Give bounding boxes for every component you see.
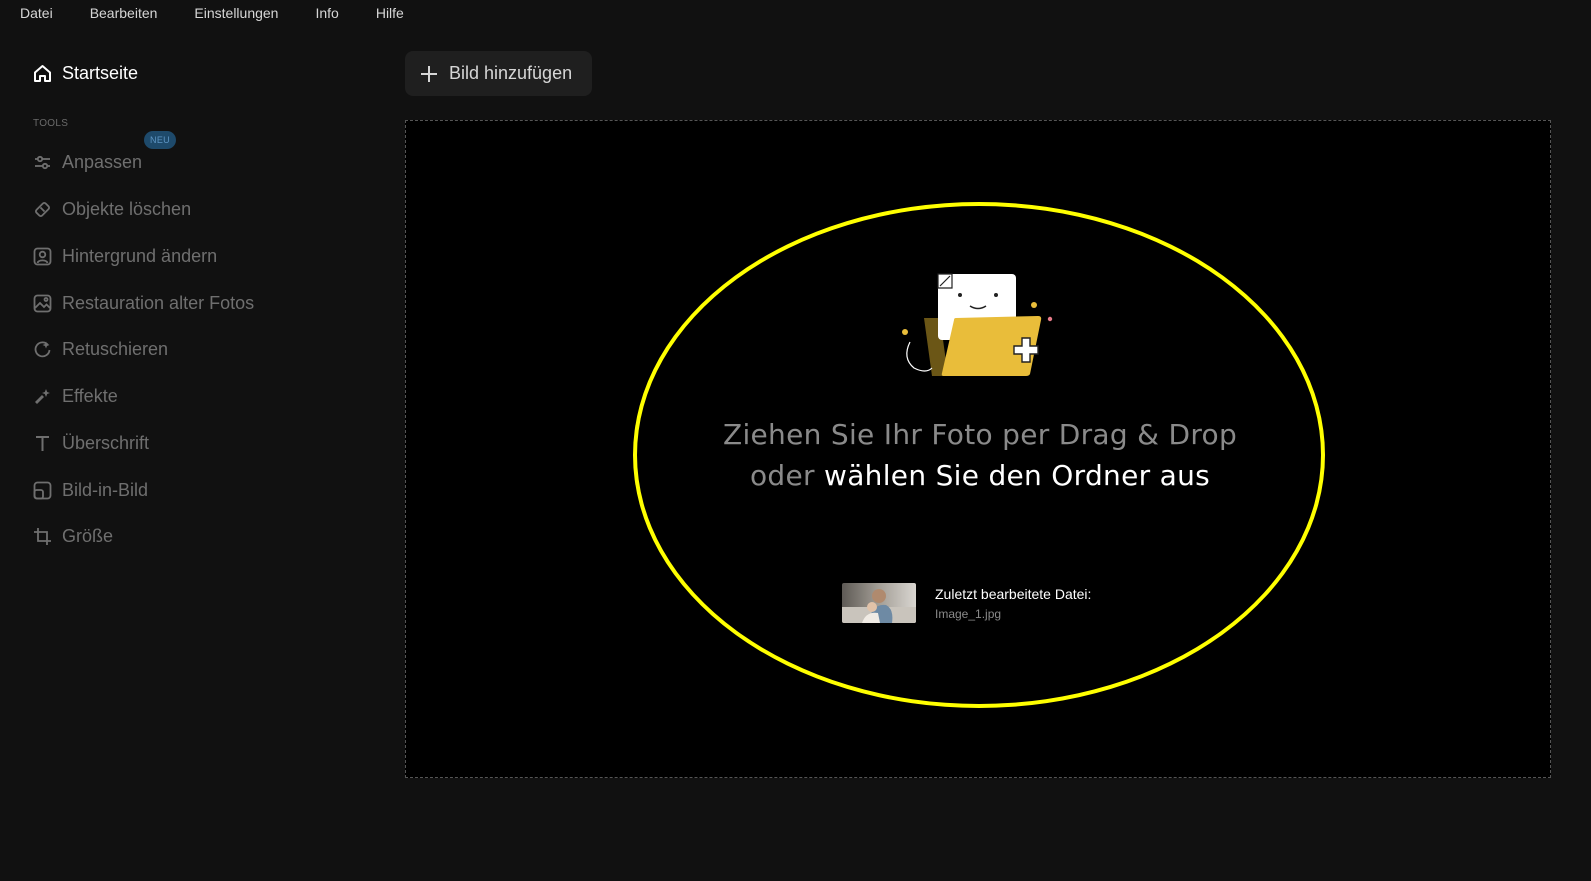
retouch-icon bbox=[32, 339, 53, 360]
new-badge: NEU bbox=[144, 131, 176, 149]
magic-wand-icon bbox=[32, 386, 53, 407]
recent-file-name[interactable]: Image_1.jpg bbox=[935, 607, 1001, 621]
sidebar-item-label: Überschrift bbox=[62, 432, 150, 453]
folder-illustration-icon bbox=[898, 268, 1062, 382]
sidebar-item-label: Bild-in-Bild bbox=[62, 479, 149, 500]
sidebar-item-label: Anpassen bbox=[62, 151, 143, 172]
drop-instruction: Ziehen Sie Ihr Foto per Drag & Drop bbox=[722, 418, 1238, 451]
sidebar-item-label: Retuschieren bbox=[62, 338, 169, 359]
sidebar-item-label: Restauration alter Fotos bbox=[62, 292, 255, 313]
add-image-button[interactable]: Bild hinzufügen bbox=[405, 51, 592, 96]
sidebar-item-effekte[interactable]: Effekte bbox=[32, 382, 118, 410]
sidebar-item-groesse[interactable]: Größe bbox=[32, 522, 113, 550]
sidebar-item-label: Größe bbox=[62, 525, 114, 546]
home-icon bbox=[32, 63, 53, 84]
crop-icon bbox=[32, 526, 53, 547]
sidebar-item-anpassen[interactable]: Anpassen bbox=[32, 148, 142, 176]
add-image-label: Bild hinzufügen bbox=[449, 63, 573, 83]
drop-instruction-secondary: oder wählen Sie den Ordner aus bbox=[660, 459, 1300, 492]
sidebar-item-hintergrund-aendern[interactable]: Hintergrund ändern bbox=[32, 242, 217, 270]
menu-einstellungen[interactable]: Einstellungen bbox=[194, 0, 278, 26]
or-text: oder bbox=[749, 459, 815, 492]
sidebar-item-restauration[interactable]: Restauration alter Fotos bbox=[32, 289, 254, 317]
menu-bearbeiten[interactable]: Bearbeiten bbox=[90, 0, 158, 26]
sidebar-item-label: Hintergrund ändern bbox=[62, 245, 218, 266]
eraser-icon bbox=[32, 199, 53, 220]
recent-file-thumbnail[interactable] bbox=[842, 583, 916, 623]
photo-restore-icon bbox=[32, 293, 53, 314]
menu-datei[interactable]: Datei bbox=[20, 0, 53, 26]
sidebar-item-label: Objekte löschen bbox=[62, 198, 192, 219]
picture-in-picture-icon bbox=[32, 480, 53, 501]
portrait-icon bbox=[32, 246, 53, 267]
recent-file-title: Zuletzt bearbeitete Datei: bbox=[935, 586, 1092, 602]
sidebar-item-label: Effekte bbox=[62, 385, 118, 406]
sidebar-item-bild-in-bild[interactable]: Bild-in-Bild bbox=[32, 476, 148, 504]
sidebar-item-objekte-loeschen[interactable]: Objekte löschen bbox=[32, 195, 191, 223]
tools-section-label: TOOLS bbox=[33, 118, 69, 129]
sidebar-item-startseite[interactable]: Startseite bbox=[32, 59, 138, 87]
choose-folder-link[interactable]: wählen Sie den Ordner aus bbox=[824, 459, 1210, 492]
sidebar-item-ueberschrift[interactable]: Überschrift bbox=[32, 429, 149, 457]
menu-bar: Datei Bearbeiten Einstellungen Info Hilf… bbox=[0, 0, 1591, 26]
plus-icon bbox=[419, 64, 439, 84]
text-icon bbox=[32, 433, 53, 454]
sliders-icon bbox=[32, 152, 53, 173]
sidebar-item-retuschieren[interactable]: Retuschieren bbox=[32, 335, 168, 363]
menu-hilfe[interactable]: Hilfe bbox=[376, 0, 404, 26]
menu-info[interactable]: Info bbox=[315, 0, 338, 26]
sidebar-item-label: Startseite bbox=[62, 62, 139, 83]
